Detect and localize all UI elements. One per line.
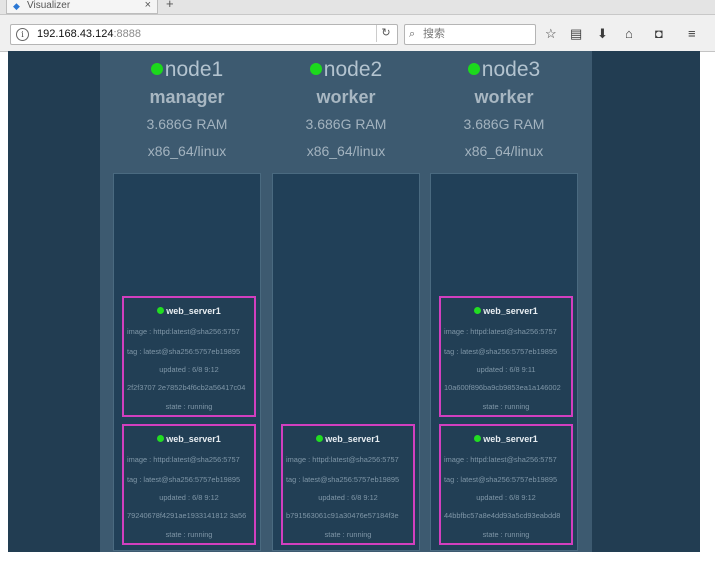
task-state: state : running	[482, 530, 530, 539]
task-state: state : running	[482, 402, 530, 411]
node-arch: x86_64/linux	[306, 143, 386, 159]
url-text: 192.168.43.124:8888	[37, 25, 141, 44]
task-id: 2f2f3707 2e7852b4f6cb2a56417c04	[127, 383, 246, 392]
node-role: manager	[149, 87, 225, 107]
pocket-icon[interactable]: ◘	[655, 27, 663, 41]
node-task-lane: web_server1 image : httpd:latest@sha256:…	[430, 173, 578, 551]
url-bar[interactable]: i 192.168.43.124:8888	[10, 24, 398, 45]
node-ram: 3.686G RAM	[463, 116, 545, 132]
search-input[interactable]: ⌕ 搜索	[404, 24, 536, 45]
task-id: 44bbfbc57a8e4dd93a5cd93eabdd8	[444, 511, 561, 520]
task-state: state : running	[324, 530, 372, 539]
task-service: web_server1	[124, 434, 254, 444]
task-card[interactable]: web_server1 image : httpd:latest@sha256:…	[122, 296, 256, 417]
cluster-panel: node1 manager 3.686G RAM x86_64/linux we…	[100, 51, 592, 552]
node-role: worker	[316, 87, 376, 107]
favicon-icon: ◆	[13, 1, 20, 11]
page-bottom-margin	[8, 552, 700, 571]
task-status-dot	[316, 435, 324, 442]
task-id: 79240678f4291ae1933141812 3a56	[127, 511, 247, 520]
task-updated: updated : 6/8 9:12	[159, 365, 219, 374]
task-image: image : httpd:latest@sha256:5757	[444, 455, 557, 464]
task-updated: updated : 6/8 9:12	[159, 493, 219, 502]
download-icon[interactable]: ⬇	[597, 27, 608, 41]
task-id: b791563061c91a30476e57184f3e	[286, 511, 399, 520]
menu-icon[interactable]: ≡	[688, 27, 696, 41]
task-image: image : httpd:latest@sha256:5757	[127, 327, 240, 336]
task-updated: updated : 6/8 9:11	[476, 365, 536, 374]
bookmark-star-icon[interactable]: ☆	[545, 27, 557, 41]
task-card[interactable]: web_server1 image : httpd:latest@sha256:…	[439, 296, 573, 417]
task-status-dot	[474, 307, 482, 314]
task-updated: updated : 6/8 9:12	[476, 493, 536, 502]
task-card[interactable]: web_server1 image : httpd:latest@sha256:…	[439, 424, 573, 545]
node-status-dot	[467, 63, 480, 75]
task-service: web_server1	[441, 306, 571, 316]
tab-title: Visualizer	[27, 0, 71, 11]
node-name: node2	[272, 58, 420, 82]
info-icon[interactable]: i	[16, 28, 29, 41]
node-status-dot	[309, 63, 322, 75]
task-service: web_server1	[283, 434, 413, 444]
node-arch: x86_64/linux	[147, 143, 227, 159]
node-status-dot	[150, 63, 163, 75]
node-name-text: node1	[164, 58, 224, 81]
task-service-name: web_server1	[166, 434, 221, 444]
browser-tab[interactable]: ◆ Visualizer ×	[6, 0, 158, 14]
node-column-node1: node1 manager 3.686G RAM x86_64/linux we…	[113, 51, 261, 552]
reload-icon[interactable]: ↻	[376, 25, 395, 42]
task-status-dot	[474, 435, 482, 442]
node-task-lane: web_server1 image : httpd:latest@sha256:…	[272, 173, 420, 551]
task-card[interactable]: web_server1 image : httpd:latest@sha256:…	[122, 424, 256, 545]
task-tag: tag : latest@sha256:5757eb19895	[444, 475, 558, 484]
task-tag: tag : latest@sha256:5757eb19895	[444, 347, 558, 356]
task-status-dot	[157, 307, 165, 314]
task-service-name: web_server1	[483, 306, 538, 316]
url-port: :8888	[113, 28, 141, 40]
task-state: state : running	[165, 530, 213, 539]
search-placeholder: 搜索	[423, 28, 445, 40]
task-id: 10a600f896ba9cb9853ea1a146002	[444, 383, 561, 392]
search-icon: ⌕	[409, 28, 416, 40]
visualizer-page: node1 manager 3.686G RAM x86_64/linux we…	[8, 51, 700, 552]
node-name-text: node3	[481, 58, 541, 81]
node-name-text: node2	[323, 58, 383, 81]
task-service-name: web_server1	[166, 306, 221, 316]
reading-list-icon[interactable]: ▤	[570, 27, 582, 41]
task-image: image : httpd:latest@sha256:5757	[127, 455, 240, 464]
node-ram: 3.686G RAM	[146, 116, 228, 132]
node-ram: 3.686G RAM	[305, 116, 387, 132]
node-column-node3: node3 worker 3.686G RAM x86_64/linux web…	[430, 51, 578, 552]
url-host: 192.168.43.124	[37, 28, 114, 40]
task-service: web_server1	[124, 306, 254, 316]
task-image: image : httpd:latest@sha256:5757	[286, 455, 399, 464]
task-tag: tag : latest@sha256:5757eb19895	[127, 347, 241, 356]
task-status-dot	[157, 435, 165, 442]
nav-bar: i 192.168.43.124:8888 ↻ ⌕ 搜索 ☆ ▤ ⬇ ⌂ ◘ ≡	[0, 15, 715, 52]
task-state: state : running	[165, 402, 213, 411]
task-tag: tag : latest@sha256:5757eb19895	[127, 475, 241, 484]
task-image: image : httpd:latest@sha256:5757	[444, 327, 557, 336]
node-arch: x86_64/linux	[464, 143, 544, 159]
task-updated: updated : 6/8 9:12	[318, 493, 378, 502]
task-service-name: web_server1	[325, 434, 380, 444]
task-tag: tag : latest@sha256:5757eb19895	[286, 475, 400, 484]
node-name: node1	[113, 58, 261, 82]
task-card[interactable]: web_server1 image : httpd:latest@sha256:…	[281, 424, 415, 545]
close-tab-icon[interactable]: ×	[145, 0, 151, 11]
tab-strip: ◆ Visualizer × +	[0, 0, 715, 15]
node-name: node3	[430, 58, 578, 82]
home-icon[interactable]: ⌂	[625, 27, 633, 41]
new-tab-icon[interactable]: +	[166, 0, 174, 11]
node-task-lane: web_server1 image : httpd:latest@sha256:…	[113, 173, 261, 551]
task-service-name: web_server1	[483, 434, 538, 444]
node-column-node2: node2 worker 3.686G RAM x86_64/linux web…	[272, 51, 420, 552]
task-service: web_server1	[441, 434, 571, 444]
node-role: worker	[474, 87, 534, 107]
